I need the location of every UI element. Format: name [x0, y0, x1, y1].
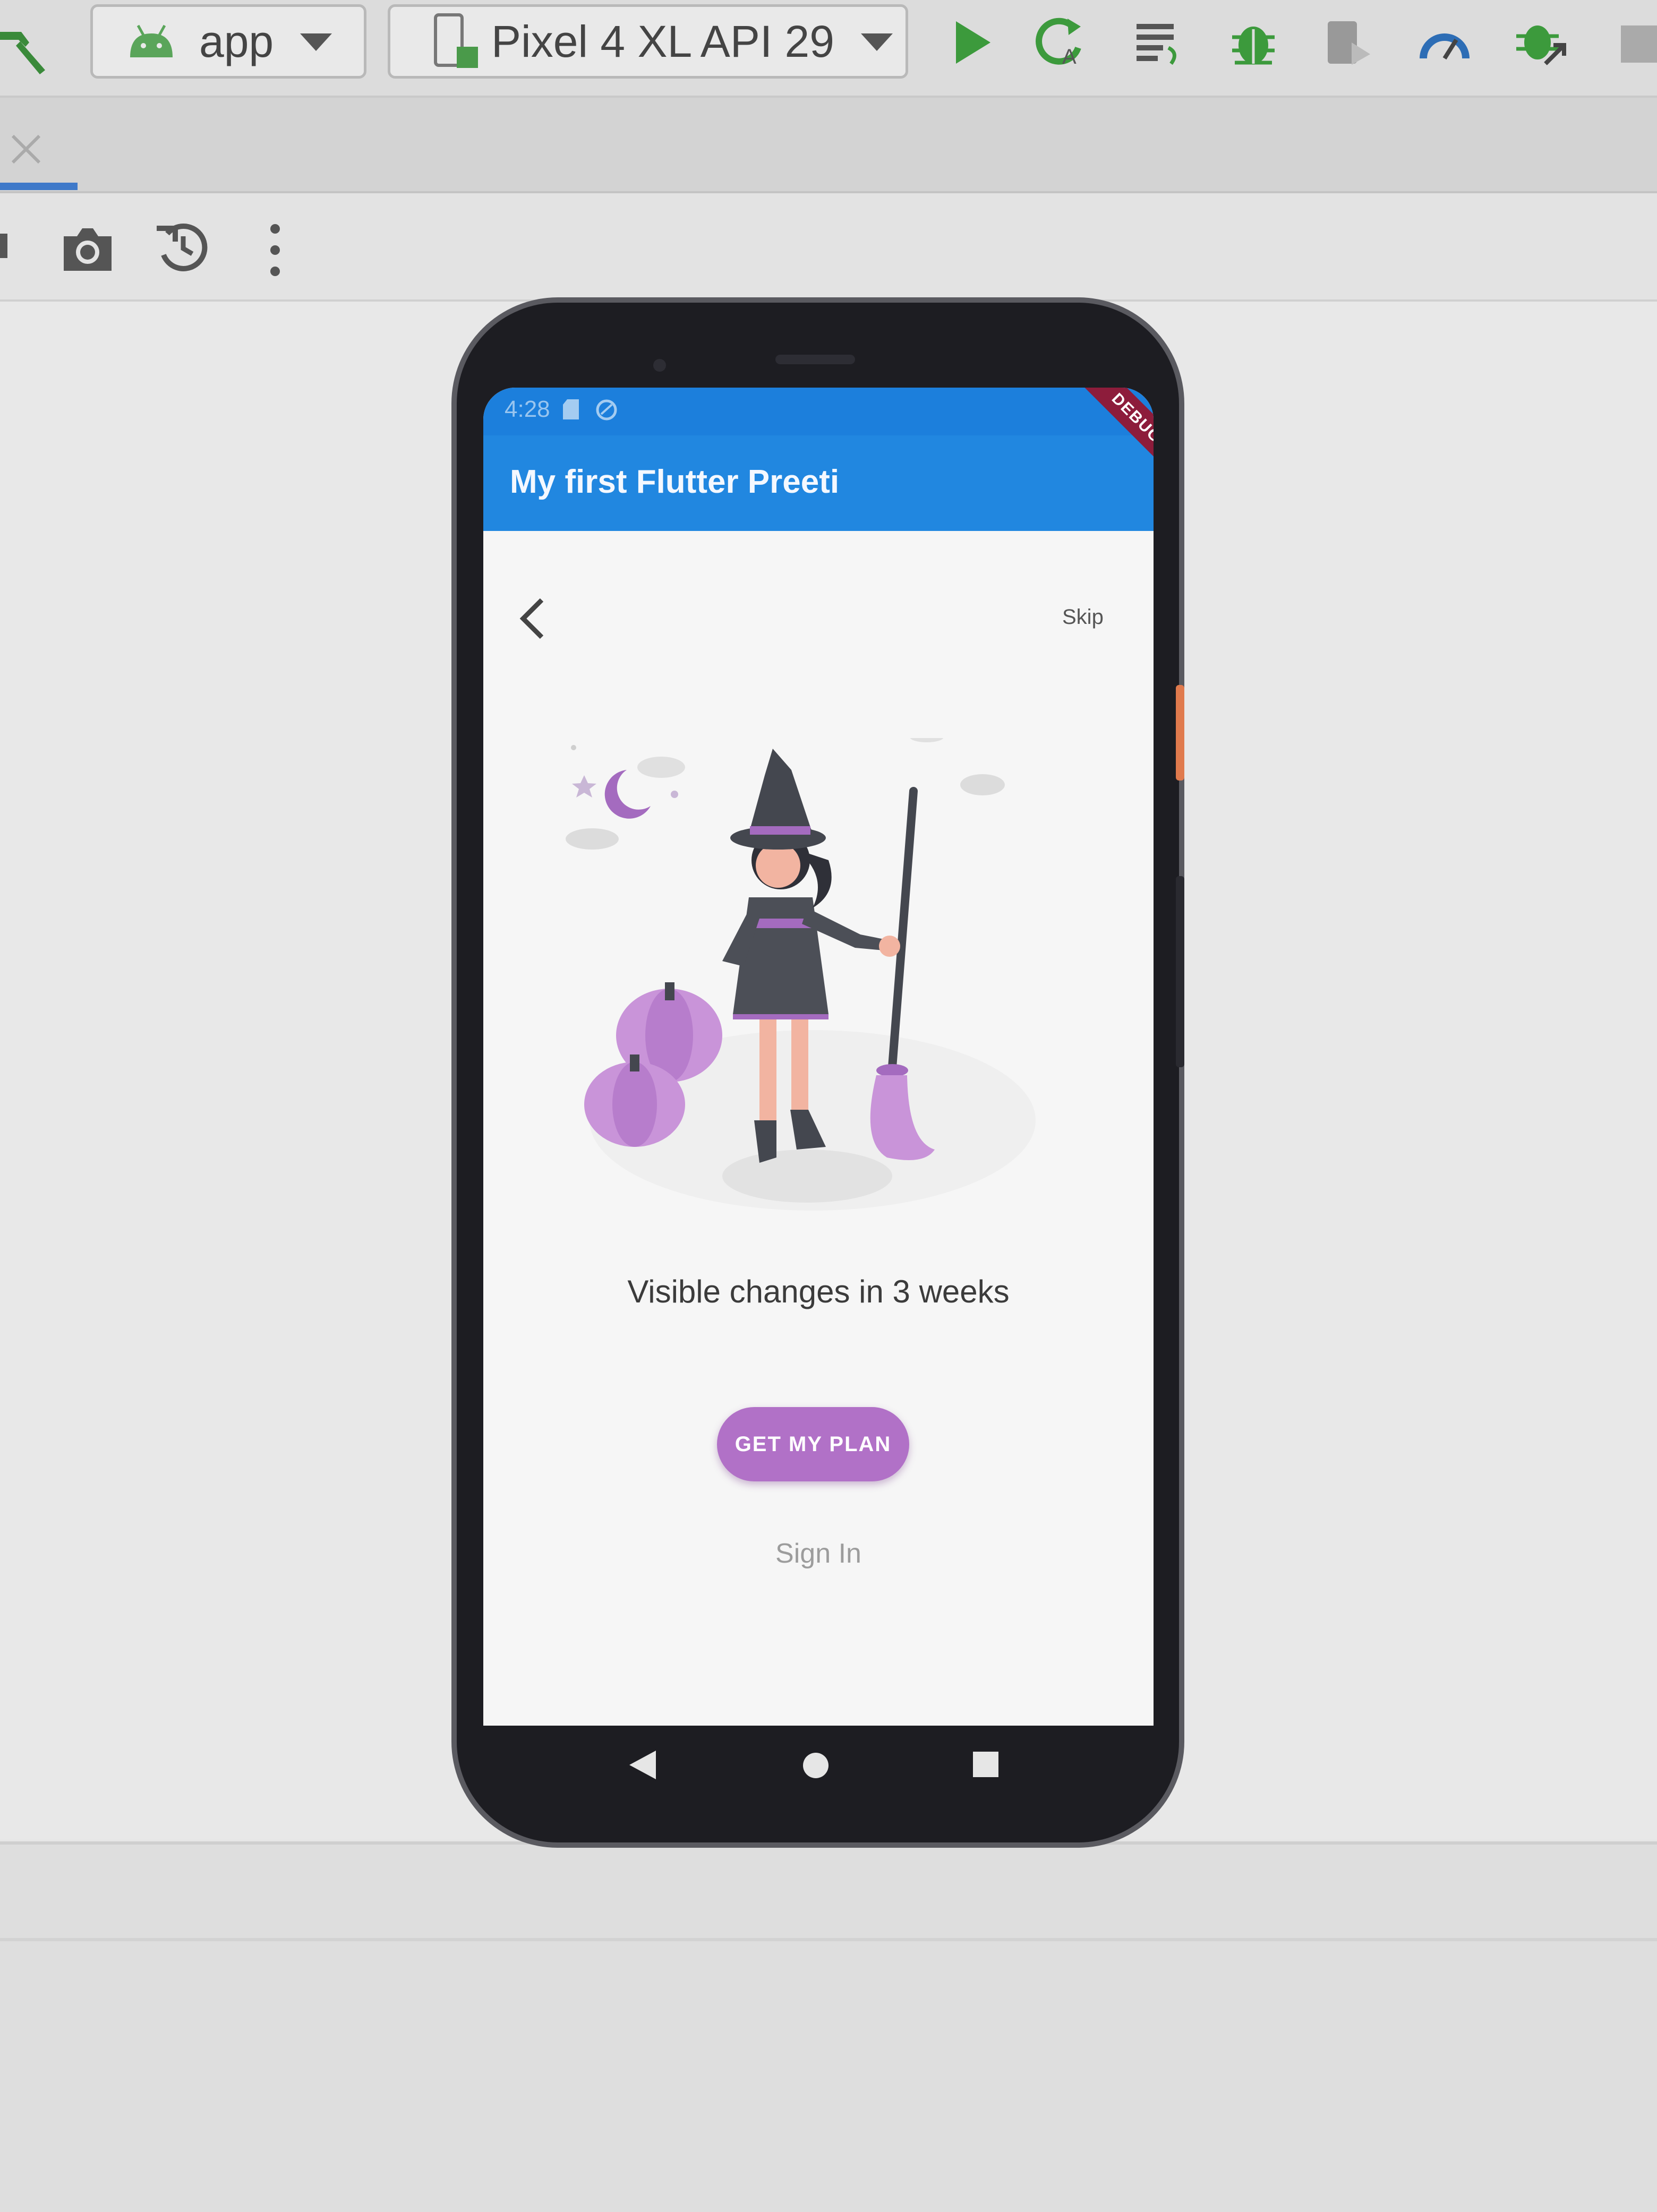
stop-icon[interactable] [1615, 16, 1657, 69]
sign-in-link[interactable]: Sign In [483, 1538, 1154, 1570]
apply-code-changes-icon[interactable] [1131, 16, 1184, 69]
get-my-plan-button[interactable]: GET MY PLAN [717, 1407, 909, 1481]
witch-illustration [566, 738, 1036, 1211]
app-title: My first Flutter Preeti [510, 464, 840, 500]
app-bar: My first Flutter Preeti [483, 435, 1154, 531]
android-icon [130, 24, 173, 57]
attach-debugger-icon[interactable] [1514, 16, 1567, 69]
phone-power-button[interactable] [1176, 685, 1184, 781]
hammer-icon[interactable] [0, 21, 48, 74]
profile-icon[interactable] [1322, 16, 1376, 69]
phone-volume-button[interactable] [1176, 876, 1184, 1067]
screenshot-icon[interactable] [58, 223, 117, 276]
onboarding-headline: Visible changes in 3 weeks [627, 1274, 1010, 1309]
emulator-toolbar [0, 193, 1657, 302]
phone-front-camera [653, 359, 666, 372]
chevron-down-icon [860, 33, 893, 51]
back-arrow-icon[interactable] [513, 592, 550, 645]
chevron-down-icon [300, 33, 332, 51]
debug-icon[interactable] [1227, 16, 1280, 69]
sync-icon [596, 399, 617, 421]
sd-card-icon [563, 399, 579, 419]
device-dropdown[interactable]: Pixel 4 XL API 29 [388, 4, 908, 79]
device-label: Pixel 4 XL API 29 [491, 16, 834, 66]
bottom-panel [0, 1841, 1657, 2212]
skip-button[interactable]: Skip [1062, 605, 1104, 629]
svg-text:A: A [1062, 45, 1077, 68]
run-icon[interactable] [945, 16, 998, 69]
status-time: 4:28 [505, 396, 550, 422]
profiler-icon[interactable] [1418, 16, 1471, 69]
nav-back-icon[interactable] [627, 1748, 659, 1782]
run-configuration-dropdown[interactable]: app [90, 4, 366, 79]
tool-window-tab-strip [0, 98, 1657, 193]
emulator-toolbar-edge [0, 234, 7, 258]
active-tab-indicator [0, 183, 78, 190]
panel-divider [0, 1938, 1657, 1941]
nav-home-icon[interactable] [800, 1750, 832, 1781]
close-icon[interactable] [7, 131, 45, 168]
android-navigation-bar [483, 1726, 1154, 1805]
run-configuration-label: app [199, 16, 274, 66]
more-icon[interactable] [259, 221, 291, 279]
phone-screen: 4:28 My first Flutter Preeti DEBUG Skip [483, 388, 1154, 1726]
phone-speaker [775, 355, 855, 364]
restore-snapshot-icon[interactable] [154, 218, 212, 276]
device-icon [434, 13, 478, 68]
nav-recents-icon[interactable] [971, 1750, 1001, 1779]
status-bar: 4:28 [483, 388, 1154, 435]
apply-changes-icon[interactable]: A [1036, 16, 1089, 69]
